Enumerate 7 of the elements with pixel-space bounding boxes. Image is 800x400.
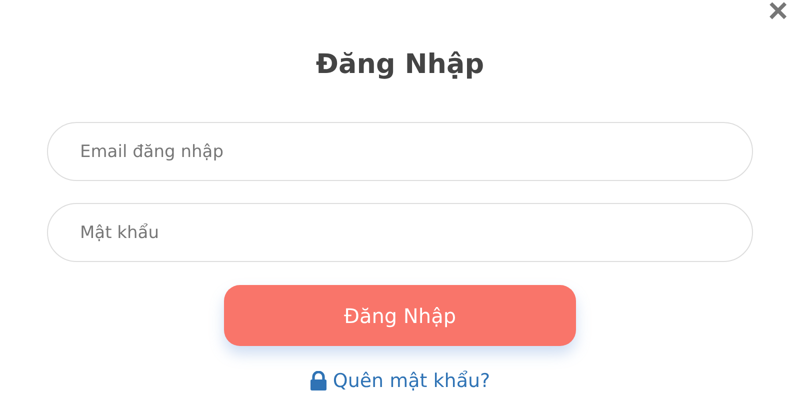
forgot-password-link[interactable]: Quên mật khẩu?	[332, 370, 490, 392]
input-field[interactable]: Email đăng nhập	[47, 122, 753, 181]
input-field[interactable]: Mật khẩu	[47, 203, 753, 262]
dialog-title: Đăng Nhập	[316, 48, 484, 82]
login-button[interactable]: Đăng Nhập	[224, 285, 576, 346]
lock-icon	[310, 371, 327, 391]
close-button[interactable]: ×	[764, 0, 792, 28]
